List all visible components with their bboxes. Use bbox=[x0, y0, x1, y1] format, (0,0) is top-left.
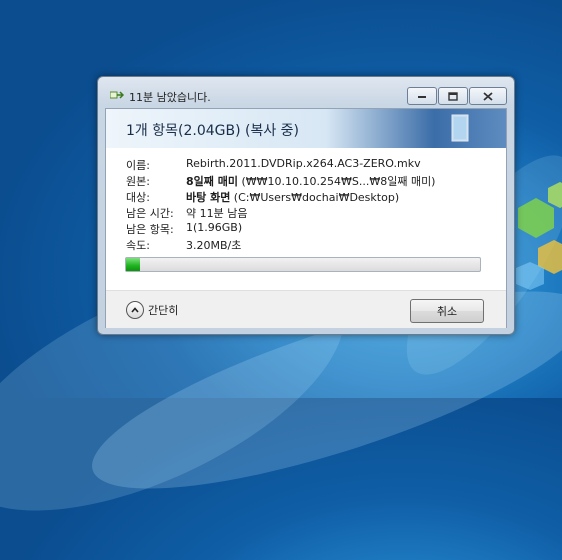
maximize-button[interactable] bbox=[438, 87, 468, 105]
maximize-icon bbox=[448, 91, 458, 101]
chevron-up-icon bbox=[131, 307, 139, 313]
destination-path: (C:₩Users₩dochai₩Desktop) bbox=[230, 191, 400, 204]
window-title: 11분 남았습니다. bbox=[129, 91, 211, 104]
copy-dialog-window: 11분 남았습니다. 1개 항목(2.04GB) (복사 중) 이름: Rebi… bbox=[97, 76, 515, 335]
close-button[interactable] bbox=[469, 87, 507, 105]
items-remaining: 1(1.96GB) bbox=[186, 221, 243, 234]
copy-progress-bar bbox=[125, 257, 481, 272]
document-icon bbox=[451, 114, 469, 142]
header-title: 1개 항목(2.04GB) (복사 중) bbox=[126, 123, 300, 139]
progress-fill bbox=[126, 258, 141, 271]
transfer-speed: 3.20MB/초 bbox=[186, 239, 242, 252]
time-remaining: 약 11분 남음 bbox=[186, 207, 248, 220]
detail-label: 이름: bbox=[126, 159, 150, 172]
detail-label: 남은 시간: bbox=[126, 207, 174, 220]
cancel-button[interactable]: 취소 bbox=[410, 299, 484, 323]
close-icon bbox=[483, 91, 493, 101]
destination-folder-link[interactable]: 바탕 화면 bbox=[186, 191, 230, 204]
windows-logo-icon bbox=[516, 182, 562, 290]
dialog-footer: 간단히 취소 bbox=[106, 290, 506, 328]
detail-label: 대상: bbox=[126, 191, 150, 204]
detail-label: 남은 항목: bbox=[126, 223, 174, 236]
dialog-header: 1개 항목(2.04GB) (복사 중) bbox=[106, 109, 506, 148]
minimize-icon bbox=[418, 96, 426, 98]
fewer-details-button[interactable]: 간단히 bbox=[126, 301, 178, 319]
copy-icon bbox=[110, 91, 124, 99]
source-folder-link[interactable]: 8일째 매미 bbox=[186, 175, 238, 188]
file-name: Rebirth.2011.DVDRip.x264.AC3-ZERO.mkv bbox=[186, 157, 421, 170]
title-bar[interactable]: 11분 남았습니다. bbox=[98, 77, 514, 109]
source-path: (₩₩10.10.10.254₩S...₩8일째 매미) bbox=[237, 175, 436, 188]
detail-label: 속도: bbox=[126, 239, 150, 252]
detail-label: 원본: bbox=[126, 175, 150, 188]
fewer-details-label: 간단히 bbox=[148, 304, 179, 317]
minimize-button[interactable] bbox=[407, 87, 437, 105]
dialog-content: 1개 항목(2.04GB) (복사 중) 이름: Rebirth.2011.DV… bbox=[105, 108, 507, 328]
